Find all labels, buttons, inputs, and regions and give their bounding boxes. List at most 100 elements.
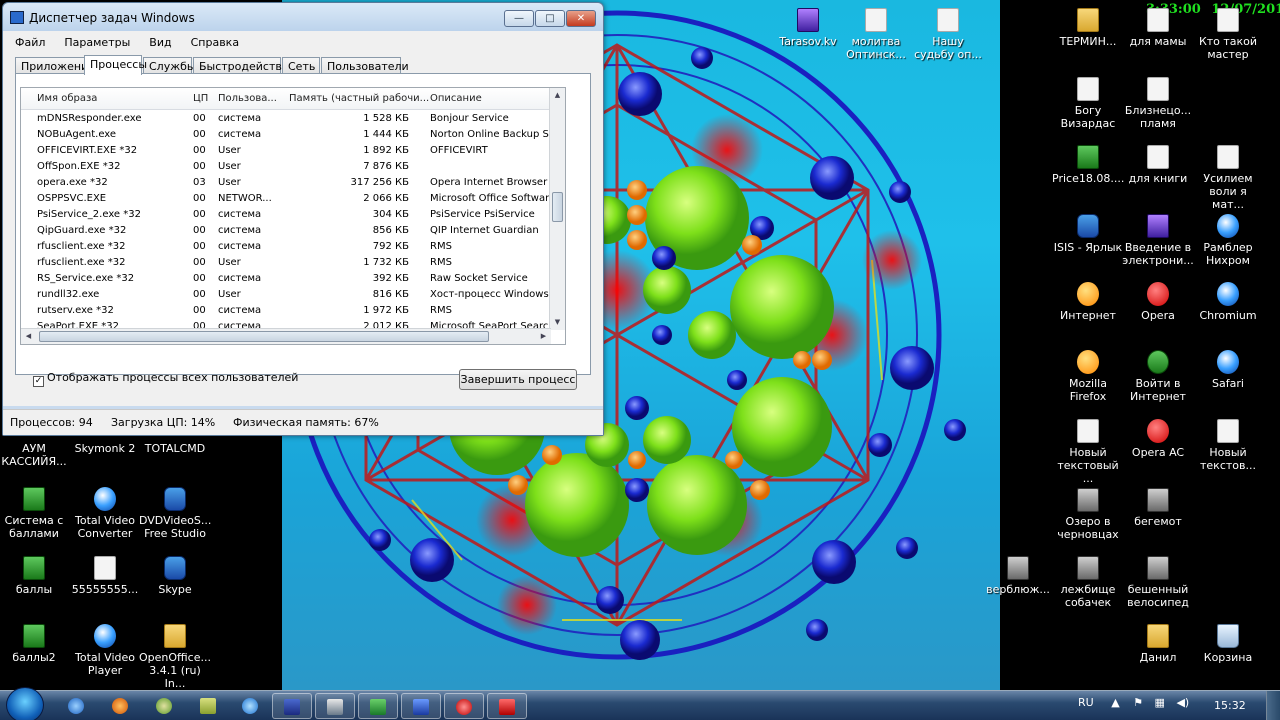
tab-performance[interactable]: Быстродействие	[193, 57, 296, 74]
desktop-icon-recycle-bin[interactable]: Корзина	[1192, 624, 1264, 664]
desktop-icon-bally2[interactable]: баллы2	[0, 624, 70, 664]
desktop-icon-bliznecovoe-plamya[interactable]: Близнецо... пламя	[1122, 77, 1194, 130]
tab-processes[interactable]: Процессы	[84, 55, 147, 75]
desktop-icon-safari[interactable]: Safari	[1192, 350, 1264, 390]
desktop-icon-dlya-knigi[interactable]: для книги	[1122, 145, 1194, 185]
title-bar[interactable]: Диспетчер задач Windows — □ ✕	[3, 3, 603, 31]
process-row[interactable]: NOBuAgent.exe 00 система 1 444 КБ Norton Onl…	[21, 127, 551, 143]
process-row[interactable]: QipGuard.exe *32 00 система 856 КБ QIP Inter…	[21, 223, 551, 239]
scroll-right-arrow-icon[interactable]: ▶	[536, 329, 551, 344]
process-row[interactable]: rundll32.exe 00 User 816 КБ Хост-процесс Win…	[21, 287, 551, 303]
desktop-icon-molitva[interactable]: молитва Оптинск...	[840, 8, 912, 61]
column-user[interactable]: Пользова...	[218, 93, 277, 104]
taskbar-word[interactable]	[401, 693, 441, 719]
column-cpu[interactable]: ЦП	[193, 93, 208, 104]
desktop-icon-rambler-nihrom[interactable]: Рамблер Нихром	[1192, 214, 1264, 267]
process-row[interactable]: RS_Service.exe *32 00 система 392 КБ Raw Soc…	[21, 271, 551, 287]
taskbar-excel[interactable]	[358, 693, 398, 719]
desktop-icon-verblyuzh[interactable]: верблюж...	[982, 556, 1054, 596]
desktop-icon-begemot[interactable]: бегемот	[1122, 488, 1194, 528]
process-row[interactable]: mDNSResponder.exe 00 система 1 528 КБ Bonjou…	[21, 111, 551, 127]
scroll-left-arrow-icon[interactable]: ◀	[21, 329, 36, 344]
language-indicator[interactable]: RU	[1078, 696, 1094, 709]
desktop-icon-opera[interactable]: Opera	[1122, 282, 1194, 322]
vertical-scrollbar[interactable]: ▲ ▼	[549, 88, 565, 330]
menu-view[interactable]: Вид	[137, 33, 178, 49]
start-button[interactable]	[6, 687, 44, 720]
show-all-processes-checkbox[interactable]: ✓ Отображать процессы всех пользователей	[33, 371, 298, 387]
desktop-icon-vvedenie[interactable]: Введение в электрони...	[1122, 214, 1194, 267]
taskbar-opera[interactable]	[444, 693, 484, 719]
menu-options[interactable]: Параметры	[52, 33, 137, 49]
desktop-icon-usiliem-voli[interactable]: Усилием воли я мат...	[1192, 145, 1264, 211]
horizontal-scroll-thumb[interactable]	[39, 331, 489, 342]
desktop-icon-ozero[interactable]: Озеро в черновцах	[1052, 488, 1124, 541]
tab-users[interactable]: Пользователи	[321, 57, 409, 74]
process-list[interactable]: Имя образа ЦП Пользова... Память (частны…	[20, 87, 566, 345]
desktop-icon-tarasov[interactable]: Tarasov.kv	[772, 8, 844, 48]
process-row[interactable]: rfusclient.exe *32 00 система 792 КБ RMS	[21, 239, 551, 255]
show-desktop-button[interactable]	[1266, 691, 1280, 720]
horizontal-scrollbar[interactable]: ◀ ▶	[21, 328, 551, 344]
tab-services[interactable]: Службы	[143, 57, 196, 74]
desktop-icon-bally[interactable]: баллы	[0, 556, 70, 596]
desktop-icon-novyi-tekstovyi-2[interactable]: Новый текстов...	[1192, 419, 1264, 472]
desktop-icon-5555[interactable]: 55555555...	[69, 556, 141, 596]
maximize-button[interactable]: □	[535, 10, 565, 27]
desktop-icon-skype[interactable]: Skype	[139, 556, 211, 596]
desktop-icon-internet[interactable]: Интернет	[1052, 282, 1124, 322]
desktop-icon-danil[interactable]: Данил	[1122, 624, 1194, 664]
taskbar-acrobat[interactable]	[487, 693, 527, 719]
desktop-icon-lezhbische[interactable]: лежбище собачек	[1052, 556, 1124, 609]
process-row[interactable]: rutserv.exe *32 00 система 1 972 КБ RMS	[21, 303, 551, 319]
desktop-icon-total-video-converter[interactable]: Total Video Converter	[69, 487, 141, 540]
tray-up-arrow-icon[interactable]: ▲	[1111, 696, 1119, 709]
desktop-icon-beshennyi-velosiped[interactable]: бешенный велосипед	[1122, 556, 1194, 609]
taskbar-misc[interactable]	[188, 693, 228, 719]
taskbar-globe[interactable]	[230, 693, 270, 719]
taskbar-task-manager[interactable]	[315, 693, 355, 719]
desktop-icon-novyi-tekstovyi-1[interactable]: Новый текстовый ...	[1052, 419, 1124, 485]
process-row[interactable]: OffSpon.EXE *32 00 User 7 876 КБ	[21, 159, 551, 175]
checkbox-check-icon[interactable]: ✓	[33, 376, 44, 387]
minimize-button[interactable]: —	[504, 10, 534, 27]
desktop-icon-price[interactable]: Price18.08....	[1052, 145, 1124, 185]
desktop-icon-termin[interactable]: ТЕРМИН...	[1052, 8, 1124, 48]
desktop-icon-sistema-s-ballami[interactable]: Система с баллами	[0, 487, 70, 540]
process-row[interactable]: PsiService_2.exe *32 00 система 304 КБ PsiSe…	[21, 207, 551, 223]
column-description[interactable]: Описание	[430, 93, 482, 104]
process-row[interactable]: opera.exe *32 03 User 317 256 КБ Opera Inter…	[21, 175, 551, 191]
taskbar-chrome[interactable]	[144, 693, 184, 719]
desktop-icon-dvdvideosoft[interactable]: DVDVideoS... Free Studio	[139, 487, 211, 540]
taskbar-ie[interactable]	[56, 693, 96, 719]
tray-clock[interactable]: 15:32	[1214, 699, 1246, 712]
desktop-icon-chromium[interactable]: Chromium	[1192, 282, 1264, 322]
tab-applications[interactable]: Приложения	[15, 57, 95, 74]
process-row[interactable]: OFFICEVIRT.EXE *32 00 User 1 892 КБ OFFICEVI…	[21, 143, 551, 159]
vertical-scroll-thumb[interactable]	[552, 192, 563, 222]
tray-flag-icon[interactable]: ⚑	[1133, 696, 1143, 709]
desktop-icon-total-video-player[interactable]: Total Video Player	[69, 624, 141, 677]
tab-network[interactable]: Сеть	[282, 57, 320, 74]
column-image-name[interactable]: Имя образа	[37, 93, 97, 104]
column-memory[interactable]: Память (частный рабочи...	[289, 93, 429, 104]
desktop-icon-voiti-v-internet[interactable]: Войти в Интернет	[1122, 350, 1194, 403]
tray-volume-icon[interactable]: ◀)	[1176, 696, 1189, 709]
desktop-icon-isis[interactable]: ISIS - Ярлык	[1052, 214, 1124, 254]
menu-help[interactable]: Справка	[179, 33, 246, 49]
menu-file[interactable]: Файл	[3, 33, 52, 49]
scroll-down-arrow-icon[interactable]: ▼	[550, 315, 565, 330]
scroll-up-arrow-icon[interactable]: ▲	[550, 88, 565, 103]
desktop-icon-opera-ac[interactable]: Opera AC	[1122, 419, 1194, 459]
taskbar-avast[interactable]	[100, 693, 140, 719]
process-row[interactable]: rfusclient.exe *32 00 User 1 732 КБ RMS	[21, 255, 551, 271]
desktop-icon-firefox[interactable]: Mozilla Firefox	[1052, 350, 1124, 403]
taskbar-floppy[interactable]	[272, 693, 312, 719]
process-row[interactable]: OSPPSVC.EXE 00 NETWOR... 2 066 КБ Microsoft …	[21, 191, 551, 207]
desktop-icon-kto-takoi-master[interactable]: Кто такой мастер	[1192, 8, 1264, 61]
end-process-button[interactable]: Завершить процесс	[459, 369, 577, 390]
tray-network-icon[interactable]: ▦	[1155, 696, 1165, 709]
close-button[interactable]: ✕	[566, 10, 596, 27]
desktop-icon-openoffice[interactable]: OpenOffice... 3.4.1 (ru) In...	[139, 624, 211, 690]
desktop-icon-nashu-sudbu[interactable]: Нашу судьбу оп...	[912, 8, 984, 61]
